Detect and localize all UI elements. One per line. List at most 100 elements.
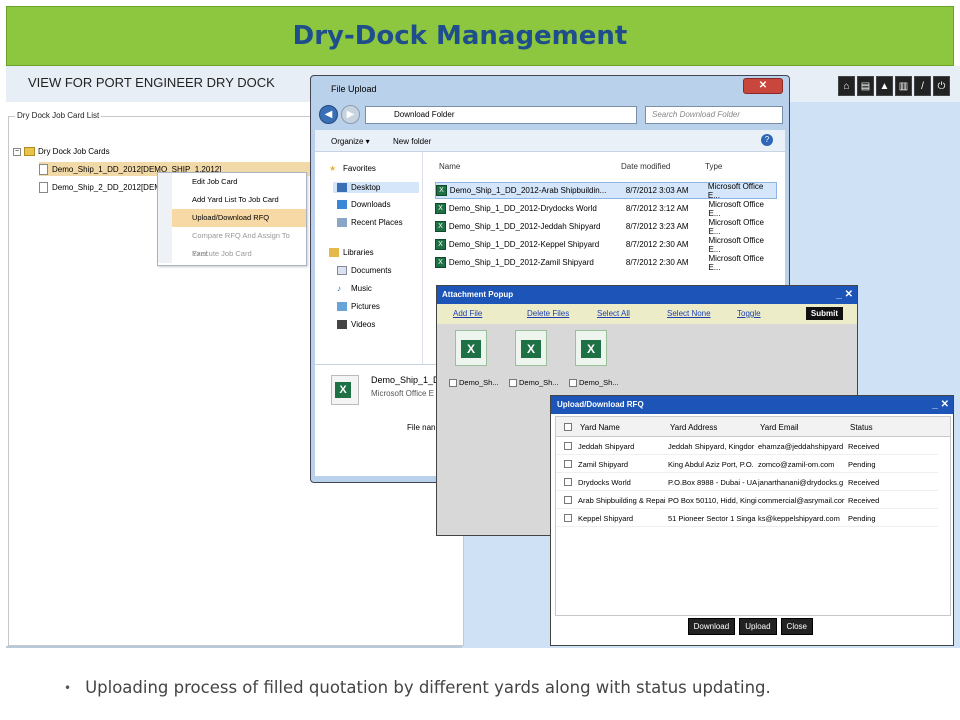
file-row[interactable]: X Demo_Ship_1_DD_2012-Arab Shipbuildin..… [435,182,777,200]
preview-file-name: Demo_Ship_1_DD [371,375,447,385]
document-icon[interactable]: ▥ [895,76,912,96]
organize-button[interactable]: Organize ▾ [331,137,370,146]
attachment-label[interactable]: Demo_Sh... [509,378,559,387]
print-icon[interactable]: ▤ [857,76,874,96]
menu-item-edit-job-card[interactable]: Edit Job Card [158,173,306,191]
menu-item-upload-download-rfq[interactable]: Upload/Download RFQ [158,209,306,227]
document-icon [39,163,48,175]
new-folder-button[interactable]: New folder [393,137,431,146]
attachment-label[interactable]: Demo_Sh... [569,378,619,387]
downloads-icon [337,200,347,209]
file-row[interactable]: X Demo_Ship_1_DD_2012-Jeddah Shipyard 8/… [435,218,777,236]
column-header-type[interactable]: Type [705,162,722,171]
nav-libraries[interactable]: Libraries [329,248,374,257]
page-title: VIEW FOR PORT ENGINEER DRY DOCK [28,75,275,90]
desktop-icon [337,183,347,192]
nav-videos[interactable]: Videos [337,320,375,329]
bullet-icon: • [64,680,72,695]
popup-window-controls[interactable]: _ ✕ [836,286,853,304]
attachment-toolbar: Add File Delete Files Select All Select … [437,304,857,324]
row-checkbox[interactable] [564,496,572,504]
attachment-thumb[interactable] [573,330,609,370]
nav-music[interactable]: ♪ Music [337,284,372,293]
checkbox[interactable] [569,378,577,387]
close-button[interactable]: ✕ [743,78,783,94]
title-banner: Dry-Dock Management [6,6,954,66]
file-row[interactable]: X Demo_Ship_1_DD_2012-Keppel Shipyard 8/… [435,236,777,254]
attachment-thumb[interactable] [513,330,549,370]
row-checkbox[interactable] [564,460,572,468]
banner-title: Dry-Dock Management [292,21,628,51]
nav-documents[interactable]: Documents [337,266,391,275]
attachment-thumb[interactable] [453,330,489,370]
table-row[interactable]: Jeddah Shipyard Jeddah Shipyard, Kingdor… [556,437,938,455]
column-header-yard-address[interactable]: Yard Address [670,423,717,432]
excel-file-icon [515,330,547,366]
nav-pictures[interactable]: Pictures [337,302,380,311]
table-row[interactable]: Zamil Shipyard King Abdul Aziz Port, P.O… [556,455,938,473]
delete-files-link[interactable]: Delete Files [527,309,569,318]
table-row[interactable]: Drydocks World P.O.Box 8988 - Dubai - UA… [556,473,938,491]
power-icon[interactable]: ⏻ [933,76,950,96]
checkbox[interactable] [449,378,457,387]
column-header-status[interactable]: Status [850,423,873,432]
nav-desktop[interactable]: Desktop [333,182,419,193]
collapse-icon[interactable]: − [13,147,21,156]
checkbox[interactable] [509,378,517,387]
select-none-link[interactable]: Select None [667,309,711,318]
excel-icon: X [435,239,446,250]
search-input[interactable]: Search Download Folder [645,106,783,124]
file-row[interactable]: X Demo_Ship_1_DD_2012-Drydocks World 8/7… [435,200,777,218]
column-header-yard-name[interactable]: Yard Name [580,423,620,432]
excel-icon: X [435,221,446,232]
download-button[interactable]: Download [687,618,736,635]
close-button[interactable]: Close [780,618,813,635]
table-row[interactable]: Arab Shipbuilding & Repai PO Box 50110, … [556,491,938,509]
dialog-title: File Upload [331,84,377,94]
toggle-link[interactable]: Toggle [737,309,761,318]
rfq-window-controls[interactable]: _ ✕ [932,396,949,414]
document-icon [39,181,48,193]
recent-places-icon [337,218,347,227]
navigation-pane: ★ Favorites Desktop Downloads Recent Plac… [315,152,423,364]
file-row[interactable]: X Demo_Ship_1_DD_2012-Zamil Shipyard 8/7… [435,254,777,272]
submit-button[interactable]: Submit [805,307,843,320]
edit-icon[interactable]: / [914,76,931,96]
row-checkbox[interactable] [564,442,572,450]
column-header-name[interactable]: Name [439,162,460,171]
warning-icon[interactable]: ▲ [876,76,893,96]
grid-header: Yard Name Yard Address Yard Email Status [556,417,950,437]
select-all-checkbox[interactable] [564,423,572,431]
documents-icon [337,266,347,275]
excel-file-icon [455,330,487,366]
music-icon: ♪ [337,284,341,293]
select-all-link[interactable]: Select All [597,309,630,318]
attachment-label[interactable]: Demo_Sh... [449,378,499,387]
row-checkbox[interactable] [564,514,572,522]
help-icon[interactable]: ? [761,134,773,146]
preview-file-type: Microsoft Office E [371,389,434,398]
excel-file-icon [331,375,359,405]
tree-root-label: Dry Dock Job Cards [38,147,110,156]
nav-recent-places[interactable]: Recent Places [337,218,403,227]
excel-icon: X [435,257,446,268]
nav-downloads[interactable]: Downloads [337,200,391,209]
upload-button[interactable]: Upload [739,618,777,635]
forward-icon[interactable]: ▶ [341,105,360,124]
nav-favorites[interactable]: ★ Favorites [329,164,376,173]
menu-item-add-yard-list[interactable]: Add Yard List To Job Card [158,191,306,209]
table-row[interactable]: Keppel Shipyard 51 Pioneer Sector 1 Sing… [556,509,938,527]
column-header-date[interactable]: Date modified [621,162,670,171]
tree-root[interactable]: − Dry Dock Job Cards [13,147,110,156]
file-name-label: File nan [407,423,436,432]
column-header-yard-email[interactable]: Yard Email [760,423,799,432]
back-icon[interactable]: ◀ [319,105,338,124]
home-icon[interactable]: ⌂ [838,76,855,96]
address-input[interactable]: Download Folder [365,106,637,124]
pictures-icon [337,302,347,311]
yard-grid: Yard Name Yard Address Yard Email Status… [555,416,951,616]
add-file-link[interactable]: Add File [453,309,482,318]
row-checkbox[interactable] [564,478,572,486]
rfq-dialog: Upload/Download RFQ _ ✕ Yard Name Yard A… [550,395,954,646]
menu-item-compare-rfq: Compare RFQ And Assign To Yard [158,227,306,258]
